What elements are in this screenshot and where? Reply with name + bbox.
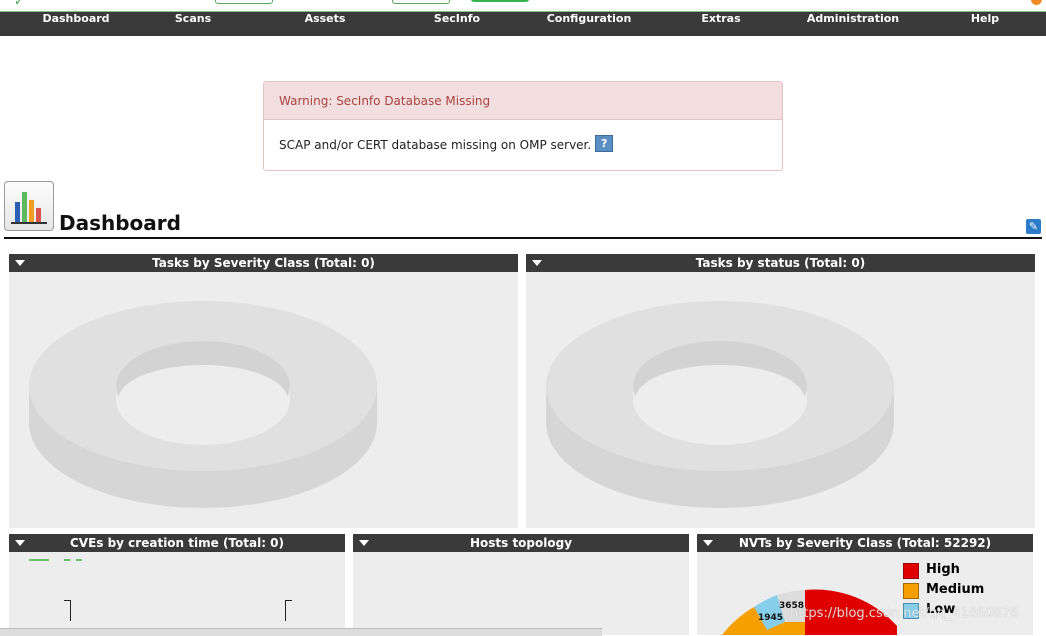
warning-body: SCAP and/or CERT database missing on OMP… bbox=[264, 120, 782, 170]
legend-line-dashed bbox=[64, 559, 82, 561]
nav-assets[interactable]: Assets bbox=[290, 12, 360, 36]
panel-title: Tasks by status (Total: 0) bbox=[695, 256, 866, 270]
nav-help[interactable]: Help bbox=[955, 12, 1015, 36]
nav-secinfo[interactable]: SecInfo bbox=[421, 12, 493, 36]
legend-swatch bbox=[903, 583, 919, 599]
nav-configuration[interactable]: Configuration bbox=[540, 12, 638, 36]
panel-tasks-severity: Tasks by Severity Class (Total: 0) bbox=[9, 254, 518, 528]
dashboard-chart-icon bbox=[4, 181, 54, 231]
panel-title: NVTs by Severity Class (Total: 52292) bbox=[738, 536, 992, 550]
empty-donut-chart bbox=[546, 301, 894, 508]
toolbar-button[interactable] bbox=[215, 0, 273, 4]
main-nav: Dashboard Scans Assets SecInfo Configura… bbox=[0, 12, 1046, 36]
page-title: Dashboard bbox=[59, 211, 181, 235]
nvt-donut-chart: 3658 1945 bbox=[722, 589, 897, 635]
toolbar-button-primary[interactable] bbox=[471, 0, 529, 2]
warning-title: Warning: SecInfo Database Missing bbox=[264, 82, 782, 120]
user-status-icon[interactable] bbox=[1031, 0, 1042, 5]
collapse-caret-icon[interactable] bbox=[13, 254, 25, 272]
legend-label: High bbox=[926, 562, 960, 577]
watermark: https://blog.csdn.net/qq_41860876 bbox=[790, 606, 1019, 621]
panel-header: Hosts topology bbox=[353, 534, 689, 552]
panel-title: CVEs by creation time (Total: 0) bbox=[69, 536, 285, 550]
legend-label: Medium bbox=[926, 582, 985, 597]
nav-administration[interactable]: Administration bbox=[805, 12, 901, 36]
collapse-caret-icon[interactable] bbox=[530, 254, 542, 272]
help-icon[interactable]: ? bbox=[595, 135, 614, 152]
panel-header: NVTs by Severity Class (Total: 52292) bbox=[697, 534, 1033, 552]
panel-tasks-status: Tasks by status (Total: 0) bbox=[526, 254, 1035, 528]
legend-swatch bbox=[903, 563, 919, 579]
panel-header: Tasks by Severity Class (Total: 0) bbox=[9, 254, 518, 272]
collapse-caret-icon[interactable] bbox=[701, 534, 713, 552]
panel-hosts-topology: Hosts topology bbox=[353, 534, 689, 635]
collapse-caret-icon[interactable] bbox=[357, 534, 369, 552]
collapse-caret-icon[interactable] bbox=[13, 534, 25, 552]
toolbar-button[interactable] bbox=[392, 0, 450, 4]
logo: ✓ bbox=[14, 0, 25, 8]
top-toolbar-remnant: ✓ bbox=[0, 0, 1046, 12]
panel-header: CVEs by creation time (Total: 0) bbox=[9, 534, 345, 552]
panel-title: Hosts topology bbox=[469, 536, 573, 550]
panel-title: Tasks by Severity Class (Total: 0) bbox=[152, 256, 375, 270]
empty-donut-chart bbox=[29, 301, 377, 508]
nav-dashboard[interactable]: Dashboard bbox=[30, 12, 122, 36]
warning-box: Warning: SecInfo Database Missing SCAP a… bbox=[263, 81, 783, 171]
title-divider bbox=[4, 237, 1042, 239]
nav-scans[interactable]: Scans bbox=[158, 12, 228, 36]
chart-axis-left bbox=[64, 600, 71, 621]
legend-line-solid bbox=[29, 559, 49, 561]
panel-header: Tasks by status (Total: 0) bbox=[526, 254, 1035, 272]
wrench-icon[interactable]: ✎ bbox=[1026, 219, 1041, 234]
chart-axis-right bbox=[285, 600, 292, 621]
panel-cves: CVEs by creation time (Total: 0) bbox=[9, 534, 345, 635]
warning-message: SCAP and/or CERT database missing on OMP… bbox=[279, 138, 592, 152]
nav-extras[interactable]: Extras bbox=[686, 12, 756, 36]
data-label: 1945 bbox=[758, 613, 783, 623]
